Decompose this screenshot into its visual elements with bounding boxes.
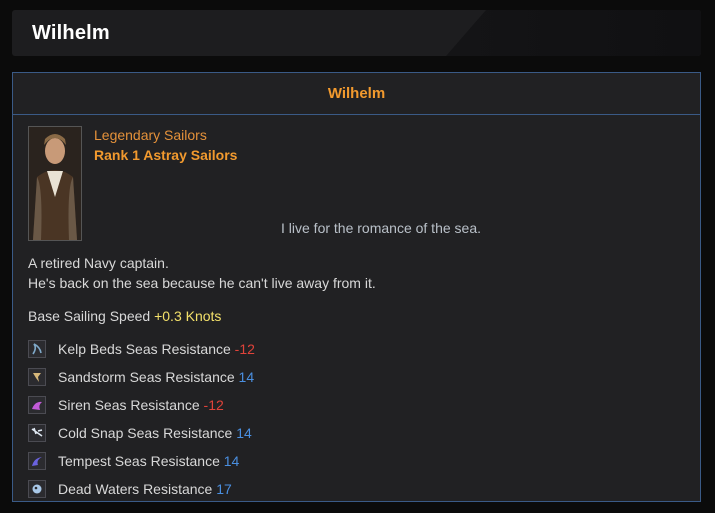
speed-label: Base Sailing Speed xyxy=(28,308,151,324)
resistance-label: Siren Seas Resistance -12 xyxy=(58,397,224,413)
resistance-row: Siren Seas Resistance -12 xyxy=(28,391,255,419)
kelp-icon xyxy=(28,340,46,358)
sandstorm-icon xyxy=(28,368,46,386)
resistance-row: Dead Waters Resistance 17 xyxy=(28,475,255,503)
resistance-value: 14 xyxy=(238,369,255,385)
sailor-portrait xyxy=(28,126,82,241)
speed-value: +0.3 Knots xyxy=(154,308,222,324)
sailor-faction: Legendary Sailors xyxy=(94,127,207,143)
panel-title: Wilhelm xyxy=(327,85,386,102)
resistance-row: Kelp Beds Seas Resistance -12 xyxy=(28,335,255,363)
resistance-label: Tempest Seas Resistance 14 xyxy=(58,453,240,469)
resistance-label: Cold Snap Seas Resistance 14 xyxy=(58,425,252,441)
resistance-value: 14 xyxy=(223,453,240,469)
resistance-list: Kelp Beds Seas Resistance -12 Sandstorm … xyxy=(28,335,255,503)
window-header: Wilhelm xyxy=(12,10,701,56)
resistance-value: 14 xyxy=(236,425,252,441)
resistance-row: Tempest Seas Resistance 14 xyxy=(28,447,255,475)
resistance-label: Sandstorm Seas Resistance 14 xyxy=(58,369,255,385)
description-line: He's back on the sea because he can't li… xyxy=(28,275,376,291)
resistance-value: -12 xyxy=(234,341,255,357)
panel-header: Wilhelm xyxy=(13,73,700,115)
siren-icon xyxy=(28,396,46,414)
resistance-row: Sandstorm Seas Resistance 14 xyxy=(28,363,255,391)
sailor-detail-panel: Wilhelm Legendary Sailors Rank 1 Astray … xyxy=(12,72,701,502)
dead-waters-icon xyxy=(28,480,46,498)
sailor-quote: I live for the romance of the sea. xyxy=(281,220,481,236)
sailor-rank: Rank 1 Astray Sailors xyxy=(94,147,238,163)
portrait-image xyxy=(29,127,81,240)
resistance-label: Kelp Beds Seas Resistance -12 xyxy=(58,341,255,357)
header-title: Wilhelm xyxy=(32,22,110,44)
tempest-icon xyxy=(28,452,46,470)
resistance-value: -12 xyxy=(203,397,224,413)
resistance-row: Cold Snap Seas Resistance 14 xyxy=(28,419,255,447)
sailing-speed: Base Sailing Speed +0.3 Knots xyxy=(28,308,221,324)
resistance-label: Dead Waters Resistance 17 xyxy=(58,481,232,497)
sailor-description: A retired Navy captain. He's back on the… xyxy=(28,253,376,293)
resistance-value: 17 xyxy=(216,481,232,497)
cold-snap-icon xyxy=(28,424,46,442)
description-line: A retired Navy captain. xyxy=(28,255,169,271)
